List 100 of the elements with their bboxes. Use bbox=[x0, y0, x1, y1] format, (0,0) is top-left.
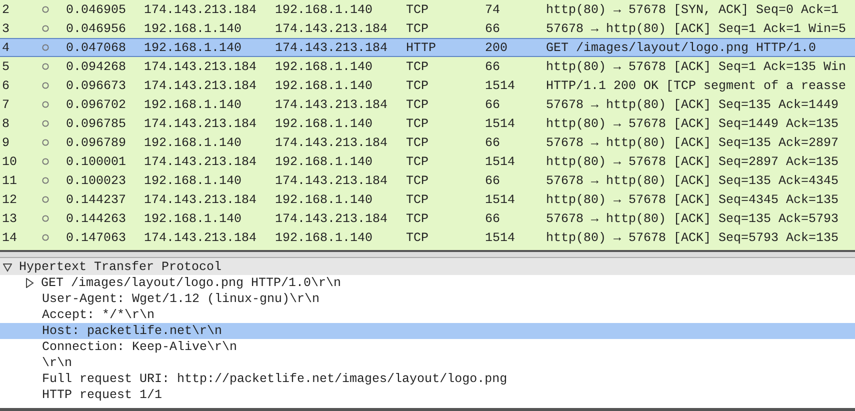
table-cell-text: 0.046905 bbox=[65, 2, 128, 16]
tree-label: Full request URI: http://packetlife.net/images/layout/logo.png bbox=[42, 372, 508, 386]
table-cell-text: 174.143.213.184 bbox=[143, 2, 258, 16]
table-cell-text: 192.168.1.140 bbox=[274, 60, 374, 74]
table-cell-text: TCP bbox=[405, 60, 430, 74]
tree-label: GET /images/layout/logo.png HTTP/1.0\r\n bbox=[41, 276, 342, 290]
circle-icon bbox=[42, 63, 49, 70]
table-cell-text: 174.143.213.184 bbox=[274, 98, 389, 112]
table-cell-text: TCP bbox=[405, 2, 430, 16]
table-cell-text: 66 bbox=[484, 98, 502, 112]
tree-item[interactable]: Host: packetlife.net\r\n bbox=[0, 323, 855, 339]
table-cell-text: 0.096789 bbox=[65, 136, 128, 150]
table-cell-text: 66 bbox=[484, 22, 502, 36]
tree-label: User-Agent: Wget/1.12 (linux-gnu)\r\n bbox=[42, 292, 320, 306]
table-cell-text: TCP bbox=[405, 98, 430, 112]
table-cell-text: 192.168.1.140 bbox=[274, 192, 374, 206]
table-cell-text: 2 bbox=[1, 2, 11, 16]
table-cell-text: 4 bbox=[1, 40, 11, 54]
table-cell-text: HTTP/1.1 200 OK [TCP segment of a reasse bbox=[545, 78, 848, 92]
table-cell-text: 8 bbox=[1, 116, 11, 130]
table-cell-text: http(80) → 57678 [ACK] Seq=2897 Ack=135 bbox=[545, 154, 840, 168]
tree-item[interactable]: Full request URI: http://packetlife.net/images/layout/logo.png bbox=[0, 371, 855, 387]
circle-icon bbox=[42, 196, 49, 203]
table-cell-text: 57678 → http(80) [ACK] Seq=135 Ack=1449 bbox=[545, 98, 840, 112]
table-cell-text: 174.143.213.184 bbox=[143, 230, 258, 244]
tree-label: HTTP request 1/1 bbox=[42, 388, 162, 402]
table-cell-text: 1514 bbox=[484, 230, 516, 244]
table-cell-text: 6 bbox=[1, 78, 11, 92]
tree-header[interactable]: Hypertext Transfer Protocol bbox=[0, 258, 855, 275]
table-cell-text: 192.168.1.140 bbox=[274, 154, 374, 168]
table-cell-text: 11 bbox=[1, 174, 18, 188]
table-cell-text: 192.168.1.140 bbox=[143, 40, 243, 54]
collapse-triangle-icon[interactable] bbox=[3, 262, 12, 272]
table-cell-text: 5 bbox=[1, 60, 11, 74]
table-cell-text: 174.143.213.184 bbox=[274, 212, 389, 226]
table-cell-text: 174.143.213.184 bbox=[143, 78, 258, 92]
table-cell-text: 66 bbox=[484, 212, 502, 226]
table-cell-text: 74 bbox=[484, 2, 502, 16]
table-cell-text: 57678 → http(80) [ACK] Seq=1 Ack=1 Win=5 bbox=[545, 22, 848, 36]
circle-icon bbox=[42, 215, 49, 222]
table-cell-text: 192.168.1.140 bbox=[143, 136, 243, 150]
circle-icon bbox=[42, 6, 49, 13]
table-cell-text: 57678 → http(80) [ACK] Seq=135 Ack=4345 bbox=[545, 174, 840, 188]
table-cell-text: 0.047068 bbox=[65, 40, 128, 54]
tree-item[interactable]: Accept: */*\r\n bbox=[0, 307, 855, 323]
circle-icon bbox=[42, 177, 49, 184]
table-cell-text: 192.168.1.140 bbox=[143, 22, 243, 36]
table-cell-text: 13 bbox=[1, 212, 18, 226]
table-cell-text: GET /images/layout/logo.png HTTP/1.0 bbox=[545, 40, 818, 54]
table-cell-text: 10 bbox=[1, 154, 18, 168]
table-cell-text: http(80) → 57678 [ACK] Seq=1449 Ack=135 bbox=[545, 116, 840, 130]
table-cell-text: 200 bbox=[484, 40, 509, 54]
table-cell-text: 66 bbox=[484, 60, 502, 74]
table-cell-text: 174.143.213.184 bbox=[274, 136, 389, 150]
packet-row[interactable]: 4 0.047068 192.168.1.140 174.143.213.184 HTTP 200 GET /images/layout/logo.png HTTP/1.0 bbox=[0, 38, 855, 57]
circle-icon bbox=[42, 25, 49, 32]
table-cell-text: 9 bbox=[1, 136, 11, 150]
tree-item[interactable]: User-Agent: Wget/1.12 (linux-gnu)\r\n bbox=[0, 291, 855, 307]
table-cell-text: 3 bbox=[1, 22, 11, 36]
table-cell-text: TCP bbox=[405, 154, 430, 168]
table-cell-text: http(80) → 57678 [ACK] Seq=4345 Ack=135 bbox=[545, 192, 840, 206]
table-cell-text: 174.143.213.184 bbox=[143, 154, 258, 168]
table-cell-text: 192.168.1.140 bbox=[274, 230, 374, 244]
tree-label: Hypertext Transfer Protocol bbox=[19, 260, 222, 274]
expand-triangle-icon[interactable] bbox=[25, 278, 34, 288]
table-cell-text: 1514 bbox=[484, 78, 516, 92]
table-cell-text: 0.100001 bbox=[65, 154, 128, 168]
tree-item[interactable]: \r\n bbox=[0, 355, 855, 371]
table-cell-text: 66 bbox=[484, 174, 502, 188]
table-cell-text: TCP bbox=[405, 116, 430, 130]
table-cell-text: 174.143.213.184 bbox=[274, 174, 389, 188]
table-cell-text: 57678 → http(80) [ACK] Seq=135 Ack=5793 bbox=[545, 212, 840, 226]
tree-item[interactable]: HTTP request 1/1 bbox=[0, 387, 855, 403]
table-cell-text: TCP bbox=[405, 192, 430, 206]
table-cell-text: HTTP bbox=[405, 40, 438, 54]
table-cell-text: 0.144263 bbox=[65, 212, 128, 226]
table-cell-text: 0.094268 bbox=[65, 60, 128, 74]
table-cell-text: 0.100023 bbox=[65, 174, 128, 188]
circle-icon bbox=[42, 139, 49, 146]
table-cell-text: http(80) → 57678 [SYN, ACK] Seq=0 Ack=1 bbox=[545, 2, 840, 16]
tree-label: Connection: Keep-Alive\r\n bbox=[42, 340, 238, 354]
table-cell-text: 0.144237 bbox=[65, 192, 128, 206]
table-cell-text: 192.168.1.140 bbox=[143, 212, 243, 226]
table-cell-text: http(80) → 57678 [ACK] Seq=1 Ack=135 Win bbox=[545, 60, 848, 74]
tree-label: \r\n bbox=[42, 356, 72, 370]
circle-icon bbox=[42, 234, 49, 241]
table-cell-text: TCP bbox=[405, 212, 430, 226]
circle-icon bbox=[42, 158, 49, 165]
table-cell-text: 1514 bbox=[484, 154, 516, 168]
table-cell-text: 192.168.1.140 bbox=[274, 116, 374, 130]
table-cell-text: 192.168.1.140 bbox=[143, 98, 243, 112]
tree-item[interactable]: GET /images/layout/logo.png HTTP/1.0\r\n bbox=[0, 275, 855, 291]
table-cell-text: 1514 bbox=[484, 192, 516, 206]
table-cell-text: 174.143.213.184 bbox=[143, 116, 258, 130]
table-cell-text: 192.168.1.140 bbox=[143, 174, 243, 188]
table-cell-text: 7 bbox=[1, 98, 11, 112]
table-cell-text: 0.046956 bbox=[65, 22, 128, 36]
table-cell-text: 192.168.1.140 bbox=[274, 78, 374, 92]
tree-item[interactable]: Connection: Keep-Alive\r\n bbox=[0, 339, 855, 355]
table-cell-text: 174.143.213.184 bbox=[274, 40, 389, 54]
